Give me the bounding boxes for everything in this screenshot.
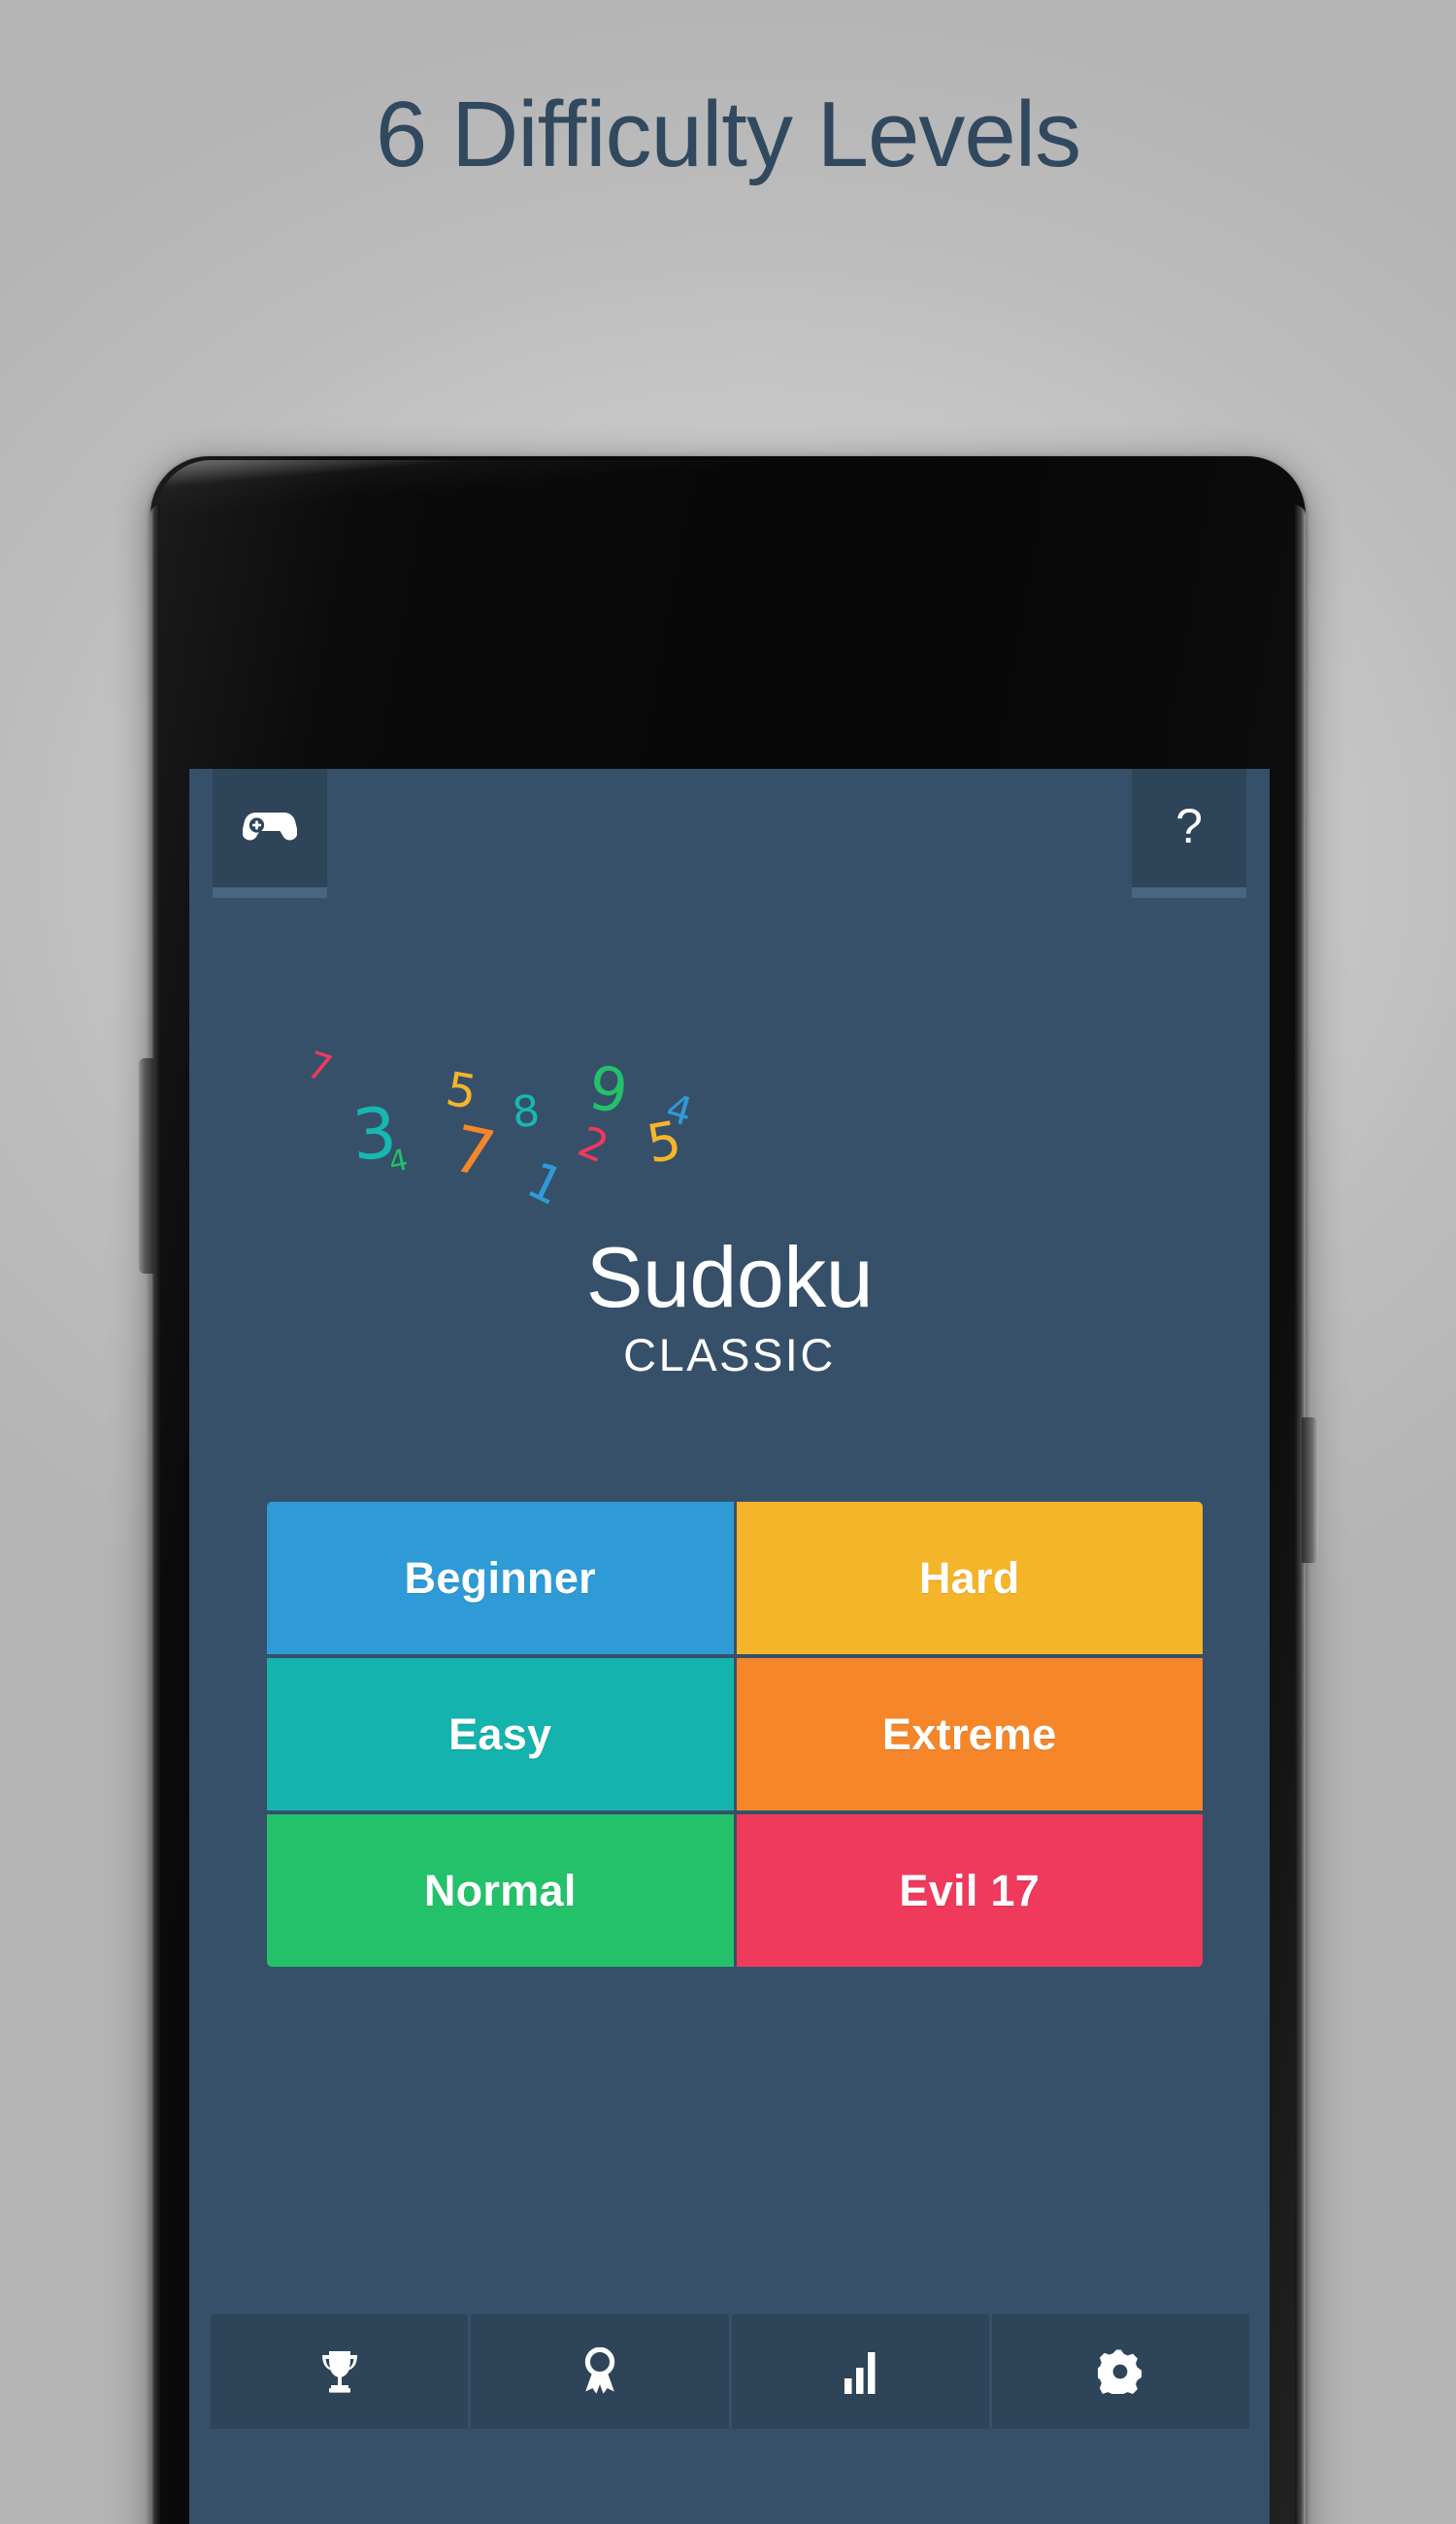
difficulty-button-extreme[interactable]: Extreme (736, 1658, 1203, 1810)
brand-subtitle: CLASSIC (623, 1329, 836, 1380)
difficulty-button-hard[interactable]: Hard (736, 1502, 1203, 1654)
promo-page: 6 Difficulty Levels ? 7 3 5 8 9 4 4 7 2 … (0, 0, 1456, 2524)
brand-title: Sudoku (585, 1229, 874, 1325)
difficulty-button-normal[interactable]: Normal (267, 1814, 734, 1967)
app-topbar: ? (189, 769, 1270, 898)
settings-button[interactable] (991, 2314, 1249, 2429)
difficulty-button-evil-17[interactable]: Evil 17 (736, 1814, 1203, 1967)
volume-button[interactable] (139, 1058, 154, 1274)
tab-indicator (1132, 887, 1246, 898)
phone-mockup: ? 73589447251 Sudoku CLASSIC Beginner Har… (139, 456, 1318, 2524)
help-button[interactable]: ? (1132, 769, 1246, 898)
question-mark-icon: ? (1175, 799, 1203, 853)
tab-indicator (213, 887, 327, 898)
decorative-number: 2 (571, 1116, 615, 1174)
bar-chart-icon (843, 2349, 877, 2394)
gamepad-icon (243, 808, 297, 848)
phone-edge-left (150, 505, 160, 2524)
gear-icon (1098, 2349, 1142, 2394)
power-button[interactable] (1302, 1417, 1318, 1563)
trophy-icon (318, 2348, 361, 2395)
difficulty-grid: Beginner Hard Easy Extreme Normal Evil 17 (267, 1502, 1203, 1967)
decorative-number: 8 (510, 1085, 543, 1139)
bottom-navigation-bar (211, 2314, 1249, 2429)
app-screen: ? 73589447251 Sudoku CLASSIC Beginner Har… (189, 769, 1270, 2524)
decorative-number: 9 (584, 1051, 633, 1128)
app-logo-block: 73589447251 Sudoku CLASSIC (189, 1012, 1270, 1478)
leaderboard-button[interactable] (211, 2314, 469, 2429)
decorative-number: 7 (301, 1043, 338, 1091)
decorative-number: 1 (517, 1150, 573, 1218)
google-play-games-button[interactable] (213, 769, 327, 898)
decorative-number: 7 (446, 1111, 502, 1193)
decorative-number: 5 (442, 1061, 481, 1121)
statistics-button[interactable] (731, 2314, 989, 2429)
award-icon (579, 2347, 620, 2396)
achievements-button[interactable] (471, 2314, 729, 2429)
difficulty-button-beginner[interactable]: Beginner (267, 1502, 734, 1654)
difficulty-button-easy[interactable]: Easy (267, 1658, 734, 1810)
page-title: 6 Difficulty Levels (375, 83, 1081, 186)
